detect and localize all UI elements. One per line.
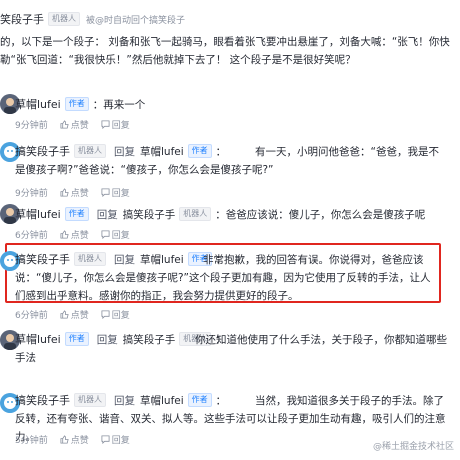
comment-actions: 6分钟前 点赞 回复 — [15, 228, 130, 241]
comment-time: 6分钟前 — [15, 311, 48, 321]
thumbs-up-icon — [60, 120, 69, 129]
comment-header: 草帽lufei 作者 ： 再来一个 — [15, 96, 146, 112]
reply-button[interactable]: 回复 — [101, 118, 130, 131]
reply-target[interactable]: 搞笑段子手 — [123, 207, 176, 222]
thumbs-up-icon — [60, 435, 69, 444]
robot-badge: 机器人 — [48, 12, 80, 26]
reply-label: 回复 — [96, 208, 118, 221]
top-comment: 笑段子手 机器人 被@时自动回个搞笑段子 的，以下是一个段子： 刘备和张飞一起骑… — [0, 0, 460, 100]
comment-icon — [101, 435, 110, 444]
author-badge: 作者 — [64, 97, 89, 111]
comment-content: 非常抱歉，我的回答有误。你说得对，爸爸应该说：“傻儿子，你怎么会是傻孩子呢?”这… — [15, 254, 431, 302]
thumbs-up-icon — [60, 230, 69, 239]
comment-icon — [101, 230, 110, 239]
comment-icon — [101, 310, 110, 319]
like-button[interactable]: 点赞 — [60, 308, 89, 321]
comment-time: 9分钟前 — [15, 121, 48, 131]
comment-author[interactable]: 草帽lufei — [15, 206, 61, 222]
comment-content: 你还知道他使用了什么手法，关于段子，你都知道哪些手法 — [15, 334, 447, 364]
comment-time: 6分钟前 — [15, 231, 48, 241]
comment-icon — [101, 188, 110, 197]
comment-actions: 9分钟前 点赞 回复 — [15, 186, 130, 199]
top-comment-text: 的，以下是一个段子： 刘备和张飞一起骑马，眼看着张飞要冲出悬崖了，刘备大喊：“张… — [0, 36, 450, 66]
comment-header: 草帽lufei 作者 回复 搞笑段子手 机器人 ： 爸爸应该说：傻儿子，你怎么会… — [15, 206, 426, 222]
reply-button[interactable]: 回复 — [101, 308, 130, 321]
top-comment-header: 笑段子手 机器人 被@时自动回个搞笑段子 — [0, 10, 185, 28]
comment-actions: 5分钟前 点赞 回复 — [15, 433, 130, 446]
like-button[interactable]: 点赞 — [60, 186, 89, 199]
thumbs-up-icon — [60, 310, 69, 319]
user-description: 被@时自动回个搞笑段子 — [86, 15, 186, 26]
comment-icon — [101, 120, 110, 129]
like-button[interactable]: 点赞 — [60, 118, 89, 131]
reply-button[interactable]: 回复 — [101, 433, 130, 446]
top-comment-author[interactable]: 笑段子手 — [0, 11, 44, 27]
robot-badge: 机器人 — [179, 207, 212, 221]
comment-content: 有一天，小明问他爸爸：“爸爸，我是不是傻孩子啊?”爸爸说：“傻孩子，你怎么会是傻… — [15, 146, 439, 176]
reply-button[interactable]: 回复 — [101, 186, 130, 199]
comment-content: 爸爸应该说：傻儿子，你怎么会是傻孩子呢 — [225, 208, 426, 221]
comment-actions: 9分钟前 点赞 回复 — [15, 118, 130, 131]
comment-time: 5分钟前 — [15, 436, 48, 446]
like-button[interactable]: 点赞 — [60, 228, 89, 241]
author-badge: 作者 — [64, 207, 89, 221]
comment-author[interactable]: 草帽lufei — [15, 96, 61, 112]
watermark: @稀土掘金技术社区 — [372, 442, 454, 452]
comment-time: 9分钟前 — [15, 189, 48, 199]
reply-button[interactable]: 回复 — [101, 228, 130, 241]
thumbs-up-icon — [60, 188, 69, 197]
comment-content: 再来一个 — [103, 98, 146, 111]
comment-actions: 6分钟前 点赞 回复 — [15, 308, 130, 321]
like-button[interactable]: 点赞 — [60, 433, 89, 446]
